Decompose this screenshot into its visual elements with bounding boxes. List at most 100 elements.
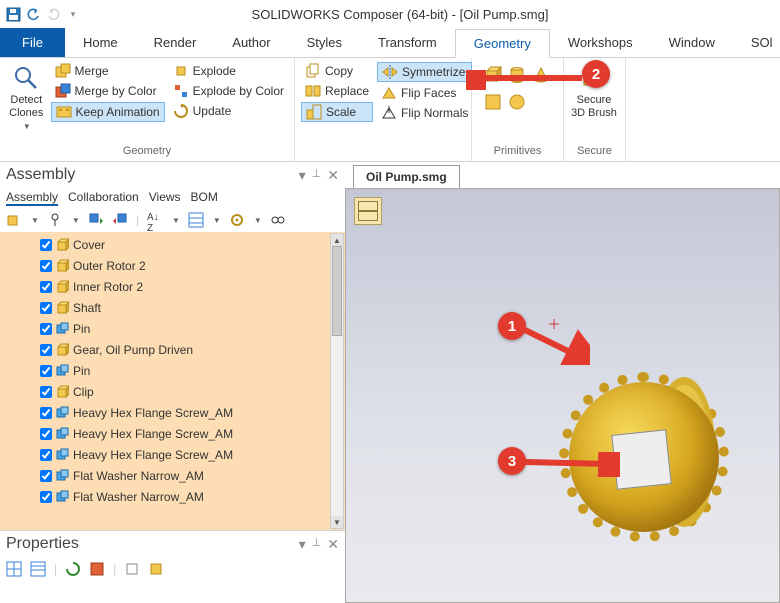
primitive-square-icon[interactable]	[484, 93, 502, 114]
tree-item-checkbox[interactable]	[40, 365, 52, 377]
tab-window[interactable]: Window	[651, 28, 733, 57]
tree-scrollbar[interactable]: ▲ ▼	[330, 233, 344, 529]
subtab-views[interactable]: Views	[149, 190, 181, 206]
toolbar-grid-icon[interactable]	[188, 212, 204, 228]
document-tab[interactable]: Oil Pump.smg	[353, 165, 460, 188]
subtab-assembly[interactable]: Assembly	[6, 190, 58, 206]
save-icon[interactable]	[4, 5, 22, 23]
panel-pin-icon[interactable]: ⊥	[312, 167, 322, 184]
tree-item-checkbox[interactable]	[40, 449, 52, 461]
tree-item-checkbox[interactable]	[40, 239, 52, 251]
toolbar-sort-icon[interactable]: A↓Z	[147, 212, 163, 228]
tree-item[interactable]: Inner Rotor 2	[40, 276, 345, 297]
tree-item-checkbox[interactable]	[40, 407, 52, 419]
tree-item-checkbox[interactable]	[40, 470, 52, 482]
props-filter-icon[interactable]	[89, 561, 105, 577]
tab-styles[interactable]: Styles	[289, 28, 360, 57]
explode-button[interactable]: Explode	[169, 62, 288, 80]
keep-animation-button[interactable]: Keep Animation	[51, 102, 165, 122]
tab-author[interactable]: Author	[214, 28, 288, 57]
tree-item-checkbox[interactable]	[40, 302, 52, 314]
tree-item-checkbox[interactable]	[40, 491, 52, 503]
tree-item-checkbox[interactable]	[40, 428, 52, 440]
panel-close-icon[interactable]: ✕	[327, 167, 339, 184]
props-grid-icon[interactable]	[6, 561, 22, 577]
symmetrize-button[interactable]: Symmetrize	[377, 62, 472, 82]
tree-item-checkbox[interactable]	[40, 260, 52, 272]
qat-dropdown-icon[interactable]: ▾	[64, 5, 82, 23]
tab-home[interactable]: Home	[65, 28, 136, 57]
symmetry-plane[interactable]	[611, 429, 671, 489]
ribbon-group-geometry: Detect Clones ▼ Merge Merge by Color Kee…	[0, 58, 295, 161]
viewport-3d[interactable]	[345, 188, 780, 603]
update-button[interactable]: Update	[169, 102, 288, 120]
explode-by-color-icon	[173, 83, 189, 99]
tree-item[interactable]: Gear, Oil Pump Driven	[40, 339, 345, 360]
tab-workshops[interactable]: Workshops	[550, 28, 651, 57]
tree-item-label: Pin	[73, 322, 90, 336]
flip-normals-button[interactable]: Flip Normals	[377, 104, 472, 122]
toolbar-gear-icon[interactable]	[229, 212, 245, 228]
tree-item[interactable]: Heavy Hex Flange Screw_AM	[40, 444, 345, 465]
tab-file[interactable]: File	[0, 28, 65, 57]
tree-item[interactable]: Flat Washer Narrow_AM	[40, 486, 345, 507]
tree-item-label: Shaft	[73, 301, 101, 315]
tree-item[interactable]: Outer Rotor 2	[40, 255, 345, 276]
scroll-up-icon[interactable]: ▲	[331, 234, 343, 246]
tree-item[interactable]: Shaft	[40, 297, 345, 318]
subtab-bom[interactable]: BOM	[191, 190, 218, 206]
subtab-collaboration[interactable]: Collaboration	[68, 190, 139, 206]
toolbar-link-icon[interactable]	[270, 212, 286, 228]
tree-item[interactable]: Pin	[40, 360, 345, 381]
tree-item-checkbox[interactable]	[40, 281, 52, 293]
panel-pin-icon[interactable]: ⊥	[312, 536, 322, 553]
tab-transform[interactable]: Transform	[360, 28, 455, 57]
assembly-icon	[56, 448, 69, 461]
props-list-icon[interactable]	[30, 561, 46, 577]
model-gear[interactable]	[519, 342, 759, 562]
primitive-cube-icon[interactable]	[484, 66, 502, 87]
tree-item-checkbox[interactable]	[40, 344, 52, 356]
redo-icon[interactable]	[44, 5, 62, 23]
views-strip-icon[interactable]	[354, 197, 382, 225]
tree-item[interactable]: Heavy Hex Flange Screw_AM	[40, 402, 345, 423]
assembly-icon	[56, 406, 69, 419]
panel-dropdown-icon[interactable]: ▾	[299, 536, 306, 553]
merge-by-color-button[interactable]: Merge by Color	[51, 82, 165, 100]
merge-button[interactable]: Merge	[51, 62, 165, 80]
primitive-circle-icon[interactable]	[508, 93, 526, 114]
undo-icon[interactable]	[24, 5, 42, 23]
tree-item[interactable]: Flat Washer Narrow_AM	[40, 465, 345, 486]
detect-clones-button[interactable]: Detect Clones ▼	[6, 62, 47, 133]
panel-dropdown-icon[interactable]: ▾	[299, 167, 306, 184]
tree-item-label: Gear, Oil Pump Driven	[73, 343, 193, 357]
primitive-cylinder-icon[interactable]	[508, 66, 526, 87]
tab-geometry[interactable]: Geometry	[455, 29, 550, 58]
props-refresh-icon[interactable]	[65, 561, 81, 577]
toolbar-cube-icon[interactable]	[6, 212, 22, 228]
props-copy-icon[interactable]	[124, 561, 140, 577]
flip-faces-button[interactable]: Flip Faces	[377, 84, 472, 102]
toolbar-collapse-icon[interactable]	[112, 212, 128, 228]
ribbon-group-edit: Copy Replace Scale Symmetrize Flip Faces…	[295, 58, 472, 161]
scale-button[interactable]: Scale	[301, 102, 373, 122]
explode-by-color-button[interactable]: Explode by Color	[169, 82, 288, 100]
tree-item[interactable]: Pin	[40, 318, 345, 339]
scroll-thumb[interactable]	[332, 246, 342, 336]
toolbar-robot-icon[interactable]	[47, 212, 63, 228]
primitive-cone-icon[interactable]	[532, 66, 550, 87]
tab-sol[interactable]: SOl	[733, 28, 773, 57]
replace-button[interactable]: Replace	[301, 82, 373, 100]
tree-item[interactable]: Heavy Hex Flange Screw_AM	[40, 423, 345, 444]
props-paste-icon[interactable]	[148, 561, 164, 577]
tree-item[interactable]: Cover	[40, 234, 345, 255]
scroll-down-icon[interactable]: ▼	[331, 516, 343, 528]
copy-button[interactable]: Copy	[301, 62, 373, 80]
panel-close-icon[interactable]: ✕	[327, 536, 339, 553]
tree-item-checkbox[interactable]	[40, 386, 52, 398]
tab-render[interactable]: Render	[136, 28, 215, 57]
tree-item-checkbox[interactable]	[40, 323, 52, 335]
toolbar-expand-icon[interactable]	[88, 212, 104, 228]
tree-item[interactable]: Clip	[40, 381, 345, 402]
callout-1: 1	[498, 312, 526, 340]
